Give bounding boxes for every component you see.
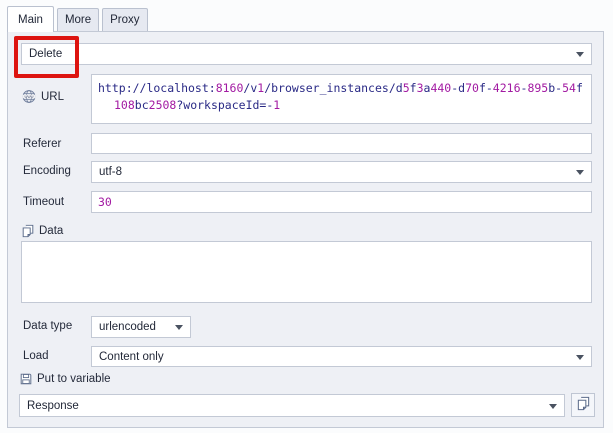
referer-input[interactable] — [91, 133, 592, 154]
floppy-disk-icon — [19, 372, 33, 386]
chevron-down-icon — [576, 170, 584, 175]
put-to-variable-value: Response — [27, 400, 546, 412]
url-input[interactable]: http://localhost:8160/v1/browser_instanc… — [91, 74, 592, 124]
load-value: Content only — [99, 351, 573, 363]
load-label: Load — [23, 350, 49, 362]
data-label: Data — [39, 225, 63, 237]
tab-main[interactable]: Main — [7, 6, 54, 32]
timeout-label: Timeout — [23, 196, 64, 208]
url-label: URL — [41, 91, 64, 103]
request-method-dropdown[interactable]: Delete — [21, 43, 592, 65]
svg-text:www: www — [24, 94, 34, 99]
copy-variable-button[interactable] — [571, 393, 595, 417]
put-to-variable-label: Put to variable — [37, 373, 111, 385]
encoding-label: Encoding — [23, 165, 71, 177]
encoding-dropdown[interactable]: utf-8 — [91, 161, 592, 183]
request-method-value: Delete — [29, 48, 573, 60]
url-label-group: www URL — [21, 89, 64, 104]
chevron-down-icon — [576, 52, 584, 57]
tab-proxy[interactable]: Proxy — [102, 8, 147, 31]
chevron-down-icon — [549, 404, 557, 409]
url-text-line2: 108bc2508?workspaceId=-1 — [98, 97, 280, 114]
data-type-value: urlencoded — [99, 321, 172, 333]
put-to-variable-dropdown[interactable]: Response — [19, 394, 565, 417]
data-label-group: Data — [21, 224, 63, 238]
chevron-down-icon — [576, 355, 584, 360]
copy-icon — [576, 396, 591, 414]
timeout-value: 30 — [98, 195, 112, 209]
globe-www-icon: www — [21, 89, 37, 104]
referer-label: Referer — [23, 138, 61, 150]
load-dropdown[interactable]: Content only — [91, 346, 592, 367]
timeout-input[interactable]: 30 — [91, 191, 592, 213]
chevron-down-icon — [175, 325, 183, 330]
url-text-line1: http://localhost:8160/v1/browser_instanc… — [98, 80, 583, 97]
data-type-dropdown[interactable]: urlencoded — [91, 316, 191, 338]
main-tab-panel: Delete www URL http://localhost:8160/v1/… — [7, 31, 604, 428]
tab-more[interactable]: More — [57, 8, 99, 31]
data-textarea[interactable] — [21, 241, 592, 303]
http-request-settings-window: Main More Proxy Delete www URL h — [0, 0, 613, 433]
data-type-label: Data type — [23, 320, 72, 332]
put-to-variable-group: Put to variable — [19, 372, 111, 386]
copy-pages-icon — [21, 224, 35, 238]
encoding-value: utf-8 — [99, 166, 573, 178]
tab-bar: Main More Proxy — [7, 6, 151, 31]
